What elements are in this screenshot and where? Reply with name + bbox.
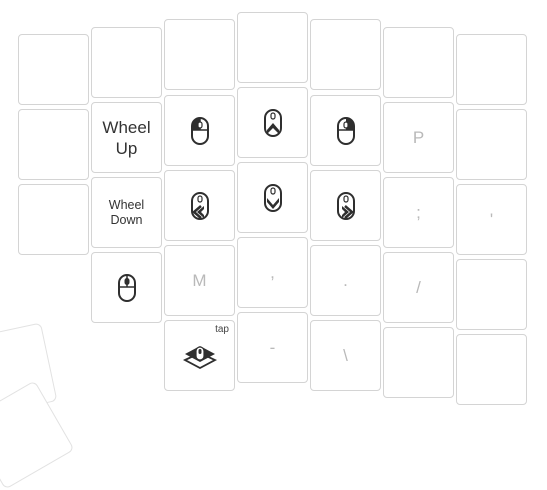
key-slash-label: / — [416, 277, 421, 297]
key-r0c3[interactable] — [164, 19, 235, 90]
key-p[interactable]: P — [383, 102, 454, 173]
thumb-key-fragment-2 — [0, 380, 75, 490]
key-period-label: . — [343, 270, 348, 290]
key-mouse-move-left[interactable] — [164, 170, 235, 241]
key-wheel-down-label-line1: Wheel — [108, 197, 145, 212]
key-quote[interactable]: ' — [456, 184, 527, 255]
mouse-right-click-icon — [336, 116, 355, 145]
mouse-left-click-icon — [190, 116, 209, 145]
key-mouse-middle-click[interactable] — [91, 252, 162, 323]
key-r1c8[interactable] — [456, 109, 527, 180]
key-semicolon[interactable]: ; — [383, 177, 454, 248]
key-hold-tap-label: tap — [215, 324, 229, 335]
key-minus-label: - — [269, 337, 276, 357]
mouse-move-right-icon — [336, 191, 355, 220]
key-mouse-move-up[interactable] — [237, 87, 308, 158]
key-mouse-layer[interactable]: tap — [164, 320, 235, 391]
key-semicolon-label: ; — [416, 202, 421, 222]
key-period[interactable]: . — [310, 245, 381, 316]
key-mouse-right-click[interactable] — [310, 95, 381, 166]
key-wheel-up-label-line1: Wheel — [102, 117, 151, 137]
key-wheel-up[interactable]: Wheel Up — [91, 102, 162, 173]
key-wheel-down[interactable]: Wheel Down — [91, 177, 162, 248]
key-backslash[interactable]: \ — [310, 320, 381, 391]
key-m-label: M — [192, 270, 207, 290]
key-r0c4[interactable] — [237, 12, 308, 83]
mouse-move-left-icon — [190, 191, 209, 220]
key-p-label: P — [412, 127, 425, 147]
mouse-layer-icon — [182, 345, 217, 369]
key-wheel-up-label-line2: Up — [115, 138, 138, 158]
key-r1c1[interactable] — [18, 109, 89, 180]
key-r4c7[interactable] — [383, 327, 454, 398]
key-backslash-label: \ — [343, 345, 348, 365]
mouse-move-down-icon — [263, 183, 282, 212]
key-r3c8[interactable] — [456, 259, 527, 330]
key-r4c8[interactable] — [456, 334, 527, 405]
key-r0c5[interactable] — [310, 19, 381, 90]
key-r0c7[interactable] — [456, 34, 527, 105]
key-comma-label: , — [270, 262, 275, 282]
mouse-middle-click-icon — [117, 273, 136, 302]
key-mouse-left-click[interactable] — [164, 95, 235, 166]
key-r0c2[interactable] — [91, 27, 162, 98]
key-quote-label: ' — [489, 209, 494, 229]
key-slash[interactable]: / — [383, 252, 454, 323]
key-r0c6[interactable] — [383, 27, 454, 98]
key-mouse-move-down[interactable] — [237, 162, 308, 233]
key-wheel-down-label-line2: Down — [110, 212, 143, 227]
mouse-move-up-icon — [263, 108, 282, 137]
key-mouse-move-right[interactable] — [310, 170, 381, 241]
key-r0c1[interactable] — [18, 34, 89, 105]
key-r2c1[interactable] — [18, 184, 89, 255]
key-minus[interactable]: - — [237, 312, 308, 383]
key-m[interactable]: M — [164, 245, 235, 316]
key-comma[interactable]: , — [237, 237, 308, 308]
